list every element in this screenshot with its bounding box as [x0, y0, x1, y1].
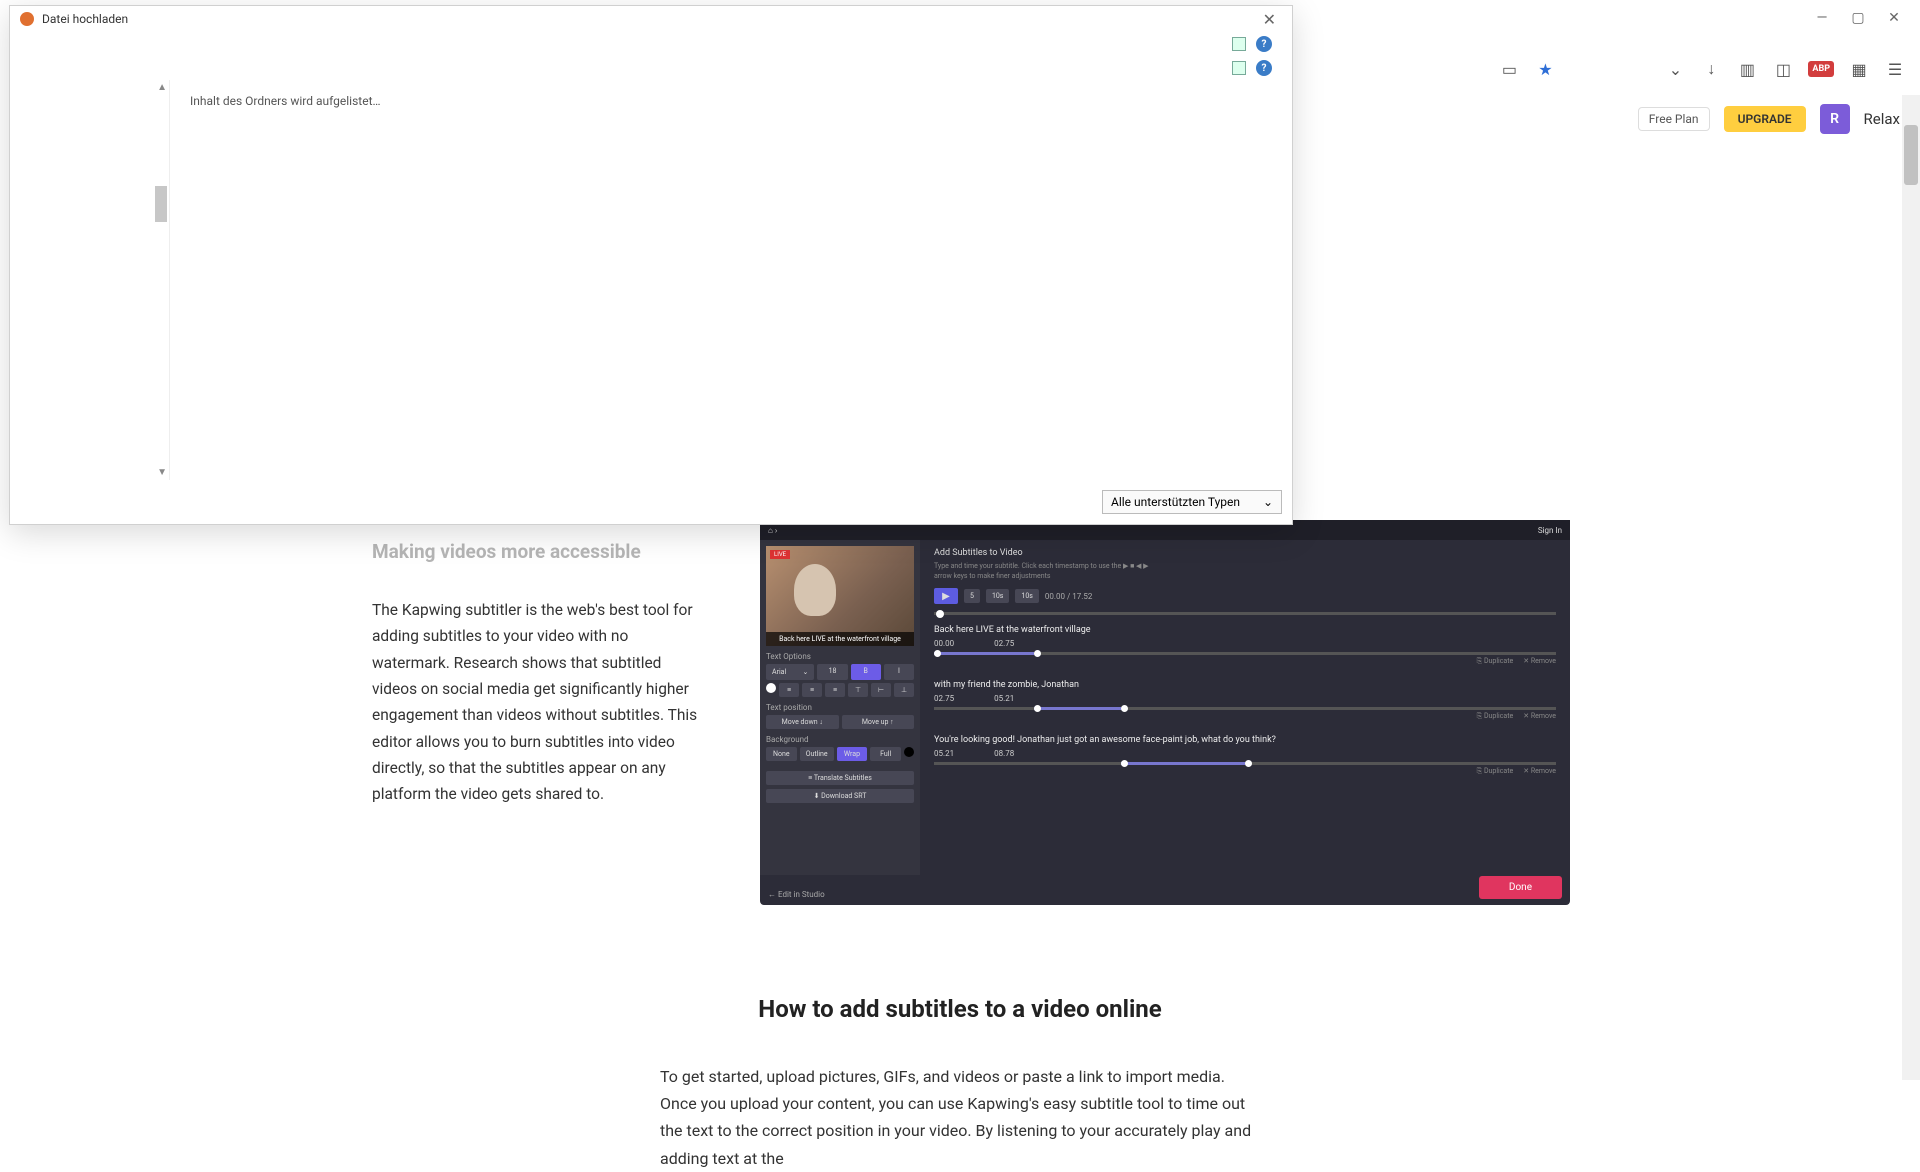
- entry-dup-2[interactable]: ⎘ Duplicate: [1477, 767, 1514, 776]
- free-plan-badge: Free Plan: [1638, 107, 1710, 131]
- editor-hint2: arrow keys to make finer adjustments: [934, 572, 1556, 580]
- file-type-select[interactable]: Alle unterstützten Typen⌄: [1102, 490, 1282, 514]
- extensions-icon[interactable]: ▦: [1848, 58, 1870, 80]
- thumb-caption: Back here LIVE at the waterfront village: [766, 632, 914, 646]
- section-title: Making videos more accessible: [372, 540, 700, 563]
- reader-icon[interactable]: ▭: [1498, 58, 1520, 80]
- page-scrollbar[interactable]: [1902, 95, 1920, 1080]
- entry-text-1[interactable]: with my friend the zombie, Jonathan: [934, 680, 1556, 690]
- pocket-icon[interactable]: ⌄: [1664, 58, 1686, 80]
- bg-outline[interactable]: Outline: [800, 747, 834, 761]
- editor-hint1: Type and time your subtitle. Click each …: [934, 562, 1556, 570]
- abp-badge[interactable]: ABP: [1808, 61, 1834, 77]
- howto-title: How to add subtitles to a video online: [0, 995, 1920, 1023]
- translate-button[interactable]: ≡ Translate Subtitles: [766, 771, 914, 785]
- done-button[interactable]: Done: [1479, 876, 1562, 899]
- downloads-icon[interactable]: ↓: [1700, 58, 1722, 80]
- entry-slider-2[interactable]: [934, 762, 1556, 765]
- color-white[interactable]: [766, 683, 776, 693]
- font-size[interactable]: 18: [817, 664, 847, 680]
- loading-text: Inhalt des Ordners wird aufgelistet…: [190, 94, 1272, 108]
- background-label: Background: [766, 735, 914, 744]
- move-up-button[interactable]: Move up ↑: [842, 715, 915, 729]
- font-select[interactable]: Arial⌄: [766, 664, 814, 680]
- editor-breadcrumb: ⌂ ›: [768, 526, 777, 535]
- entry-remove-0[interactable]: ✕ Remove: [1523, 657, 1556, 666]
- file-upload-dialog: Datei hochladen ✕ ? ? ▲ ▼ Inhalt des Ord…: [9, 5, 1293, 525]
- avatar[interactable]: R: [1820, 104, 1850, 134]
- move-down-button[interactable]: Move down ↓: [766, 715, 839, 729]
- align-center[interactable]: ≡: [802, 683, 822, 697]
- entry-dup-1[interactable]: ⎘ Duplicate: [1477, 712, 1514, 721]
- dialog-title: Datei hochladen: [42, 12, 1257, 26]
- entry-text-0[interactable]: Back here LIVE at the waterfront village: [934, 625, 1556, 635]
- entry-text-2[interactable]: You're looking good! Jonathan just got a…: [934, 735, 1556, 745]
- video-thumbnail[interactable]: LIVE Back here LIVE at the waterfront vi…: [766, 546, 914, 646]
- upgrade-button[interactable]: UPGRADE: [1724, 106, 1806, 132]
- view-toggle-icon-1[interactable]: [1232, 37, 1246, 51]
- user-name-label: Relax: [1864, 110, 1900, 128]
- minimize-button[interactable]: —: [1812, 8, 1832, 28]
- speed-chip[interactable]: 5: [964, 589, 980, 603]
- entry-dup-0[interactable]: ⎘ Duplicate: [1477, 657, 1514, 666]
- bg-none[interactable]: None: [766, 747, 797, 761]
- time-display: 00.00 / 17.52: [1045, 592, 1092, 601]
- dialog-sidebar[interactable]: ▲ ▼: [10, 80, 170, 480]
- breadcrumb-label: Add Subtitles to Video: [934, 548, 1556, 558]
- firefox-icon: [20, 12, 34, 26]
- text-options-label: Text Options: [766, 652, 914, 661]
- align-right[interactable]: ≡: [825, 683, 845, 697]
- sidebar-scroll-up[interactable]: ▲: [157, 82, 167, 93]
- library-icon[interactable]: ▥: [1736, 58, 1758, 80]
- menu-icon[interactable]: ☰: [1884, 58, 1906, 80]
- close-window-button[interactable]: ✕: [1884, 8, 1904, 28]
- entry-remove-1[interactable]: ✕ Remove: [1523, 712, 1556, 721]
- edit-in-studio-link[interactable]: ← Edit in Studio: [768, 890, 825, 899]
- help-icon-1[interactable]: ?: [1256, 36, 1272, 52]
- rewind-chip[interactable]: 10s: [986, 589, 1009, 603]
- maximize-button[interactable]: ▢: [1848, 8, 1868, 28]
- entry-slider-1[interactable]: [934, 707, 1556, 710]
- align-bot[interactable]: ⊥: [894, 683, 914, 697]
- editor-preview: ⌂ › Sign In LIVE Back here LIVE at the w…: [760, 520, 1570, 905]
- forward-chip[interactable]: 10s: [1015, 589, 1038, 603]
- view-toggle-icon-2[interactable]: [1232, 61, 1246, 75]
- section-body: The Kapwing subtitler is the web's best …: [372, 597, 700, 808]
- align-mid[interactable]: ⊢: [871, 683, 891, 697]
- align-left[interactable]: ≡: [779, 683, 799, 697]
- sidebar-icon[interactable]: ◫: [1772, 58, 1794, 80]
- sidebar-scroll-down[interactable]: ▼: [157, 467, 167, 478]
- bg-full[interactable]: Full: [870, 747, 901, 761]
- help-icon-2[interactable]: ?: [1256, 60, 1272, 76]
- bg-wrap[interactable]: Wrap: [837, 747, 868, 761]
- sign-in-link[interactable]: Sign In: [1538, 526, 1562, 535]
- text-position-label: Text position: [766, 703, 914, 712]
- live-badge: LIVE: [770, 550, 790, 559]
- entry-remove-2[interactable]: ✕ Remove: [1523, 767, 1556, 776]
- dialog-close-button[interactable]: ✕: [1257, 10, 1282, 29]
- bookmark-star-icon[interactable]: ★: [1534, 58, 1556, 80]
- play-button[interactable]: ▶: [934, 588, 958, 604]
- progress-bar[interactable]: [934, 612, 1556, 615]
- download-srt-button[interactable]: ⬇ Download SRT: [766, 789, 914, 803]
- sidebar-scroll-thumb[interactable]: [155, 186, 167, 222]
- bold-button[interactable]: B: [851, 664, 881, 680]
- align-top[interactable]: ⊤: [848, 683, 868, 697]
- bg-color[interactable]: [904, 747, 914, 757]
- howto-body: To get started, upload pictures, GIFs, a…: [660, 1063, 1260, 1172]
- entry-slider-0[interactable]: [934, 652, 1556, 655]
- italic-button[interactable]: I: [884, 664, 914, 680]
